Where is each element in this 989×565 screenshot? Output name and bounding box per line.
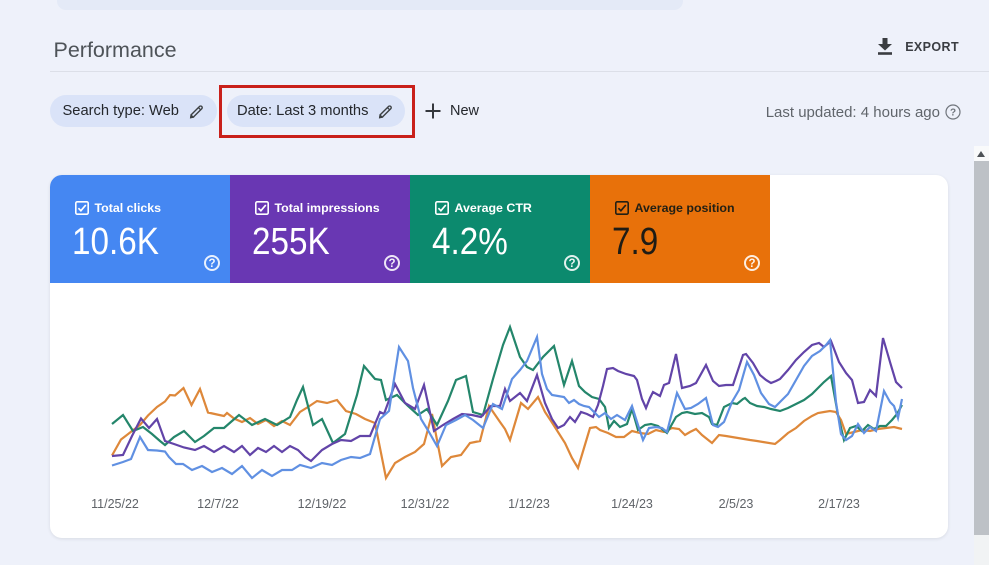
svg-text:?: ? [950,107,956,118]
